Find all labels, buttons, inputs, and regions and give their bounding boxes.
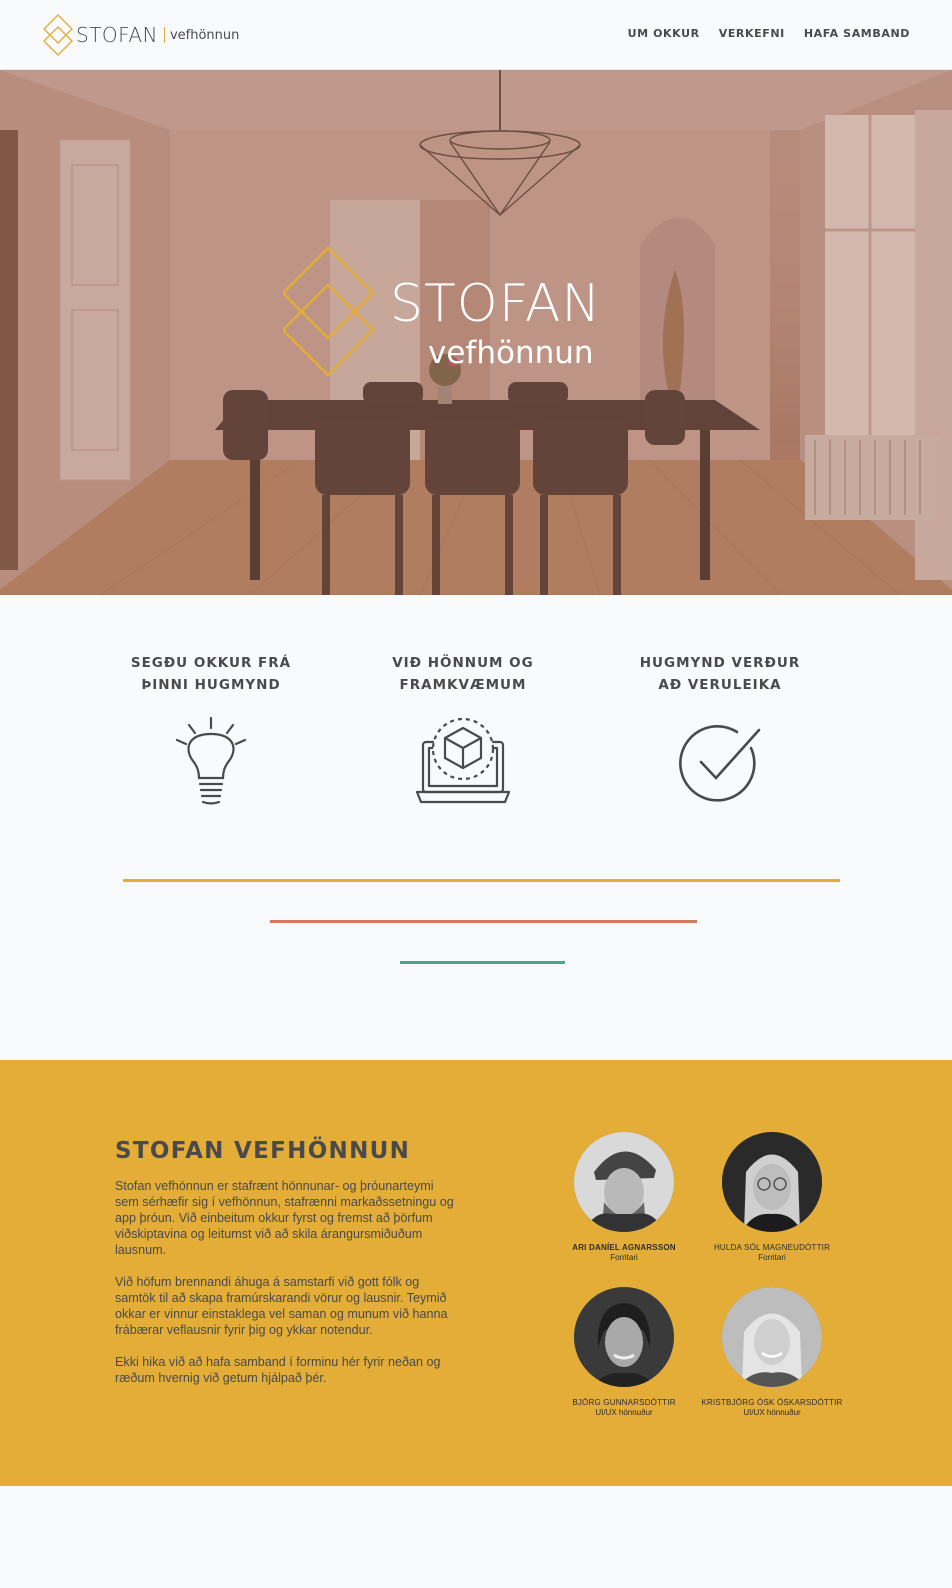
member-name: KRISTBJÖRG ÓSK ÓSKARSDÓTTIR (701, 1398, 843, 1407)
avatar (574, 1287, 674, 1387)
step-reality: HUGMYND VERÐUR AÐ VERULEIKA (620, 652, 820, 806)
nav-link-hafa-samband[interactable]: HAFA SAMBAND (804, 27, 910, 40)
member-role: Forritari (610, 1253, 638, 1262)
step-title: VIÐ HÖNNUM OG FRAMKVÆMUM (392, 655, 534, 693)
avatar-photo (722, 1132, 822, 1232)
step-title: SEGÐU OKKUR FRÁ ÞINNI HUGMYND (130, 655, 292, 693)
about-paragraph: Stofan vefhönnun er stafrænt hönnunar- o… (115, 1179, 454, 1257)
lightbulb-icon (175, 716, 247, 805)
about-section: STOFAN VEFHÖNNUN Stofan vefhönnun er sta… (0, 1060, 952, 1486)
avatar (722, 1132, 822, 1232)
hero-subtitle: vefhönnun (428, 335, 594, 371)
team-member-card: BJÖRG GUNNARSDÓTTIR UI/UX hönnuður (549, 1287, 699, 1418)
avatar (722, 1287, 822, 1387)
avatar-photo (574, 1287, 674, 1387)
logo-wordmark: STOFAN (76, 23, 158, 47)
laptop-cube-icon (415, 717, 511, 804)
member-name: HULDA SÓL MAGNEUDÓTTIR (713, 1243, 831, 1252)
divider-bar-green (400, 961, 565, 964)
logo-divider (163, 27, 165, 43)
site-header: STOFAN vefhönnun UM OKKUR VERKEFNI HAFA … (0, 0, 952, 70)
avatar (574, 1132, 674, 1232)
divider-bar-yellow (123, 879, 840, 882)
hero-title: STOFAN (390, 274, 602, 334)
step-design: VIÐ HÖNNUM OG FRAMKVÆMUM (363, 652, 563, 806)
nav-link-verkefni[interactable]: VERKEFNI (719, 27, 785, 40)
member-name: BJÖRG GUNNARSDÓTTIR (572, 1398, 676, 1407)
hero-banner: STOFAN vefhönnun (0, 70, 952, 595)
member-name: ARI DANÍEL AGNARSSON (572, 1243, 676, 1252)
about-paragraph: Ekki hika við að hafa samband í forminu … (115, 1355, 441, 1385)
team-member-card: ARI DANÍEL AGNARSSON Forritari (549, 1132, 699, 1263)
site-logo[interactable]: STOFAN vefhönnun (42, 14, 239, 56)
member-role: UI/UX hönnuður (595, 1408, 653, 1417)
checkmark-circle-icon (679, 725, 761, 802)
step-idea: SEGÐU OKKUR FRÁ ÞINNI HUGMYND (111, 652, 311, 806)
diamond-logo-icon (43, 14, 73, 56)
avatar-photo (574, 1132, 674, 1232)
about-title: STOFAN VEFHÖNNUN (115, 1138, 411, 1164)
divider-bar-orange (270, 920, 697, 923)
about-text: Stofan vefhönnun er stafrænt hönnunar- o… (115, 1178, 460, 1402)
member-role: UI/UX hönnuður (743, 1408, 801, 1417)
avatar-photo (722, 1287, 822, 1387)
member-role: Forritari (758, 1253, 786, 1262)
team-member-card: HULDA SÓL MAGNEUDÓTTIR Forritari (697, 1132, 847, 1263)
step-title: HUGMYND VERÐUR AÐ VERULEIKA (639, 655, 801, 693)
logo-subtitle: vefhönnun (169, 27, 240, 43)
team-member-card: KRISTBJÖRG ÓSK ÓSKARSDÓTTIR UI/UX hönnuð… (697, 1287, 847, 1418)
about-paragraph: Við höfum brennandi áhuga á samstarfi vi… (115, 1275, 448, 1337)
nav-link-um-okkur[interactable]: UM OKKUR (628, 27, 700, 40)
main-nav: UM OKKUR VERKEFNI HAFA SAMBAND (628, 27, 910, 40)
